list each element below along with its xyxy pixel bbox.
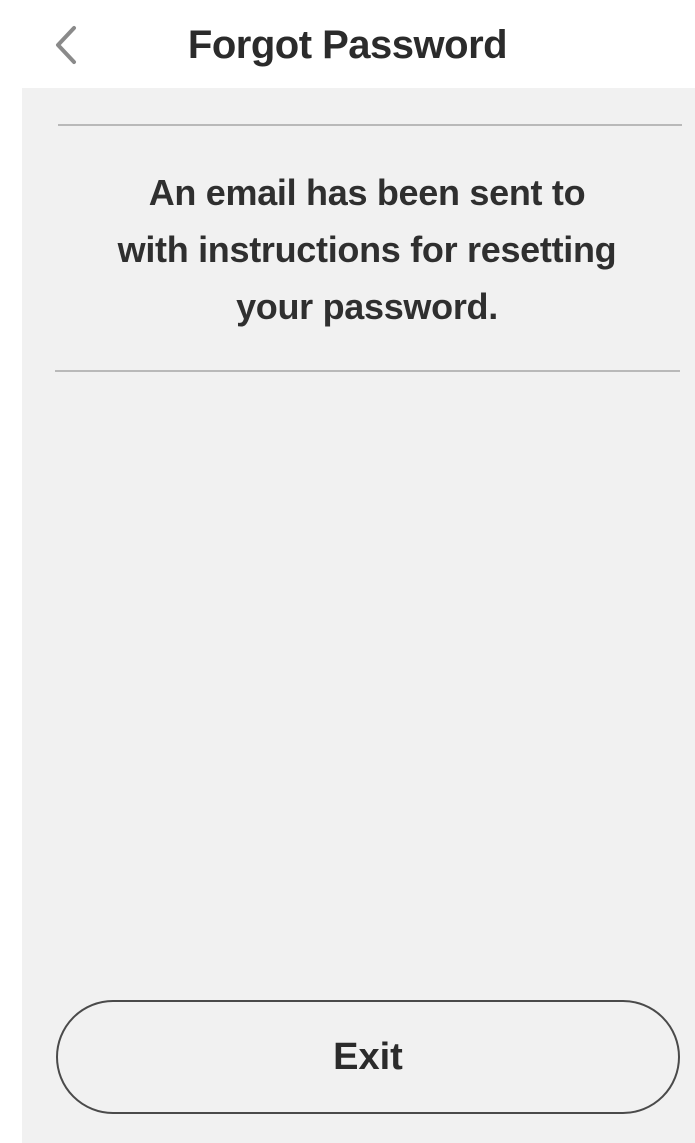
content-panel: An email has been sent to with instructi… bbox=[22, 88, 695, 1143]
message-line-1: An email has been sent to bbox=[148, 172, 586, 213]
bottom-divider bbox=[55, 370, 680, 372]
confirmation-message: An email has been sent to with instructi… bbox=[42, 164, 692, 335]
exit-button[interactable]: Exit bbox=[56, 1000, 680, 1114]
message-line-2: with instructions for resetting bbox=[117, 229, 617, 270]
message-line-3: your password. bbox=[236, 286, 498, 327]
header-bar: Forgot Password bbox=[0, 0, 695, 88]
top-divider bbox=[58, 124, 682, 126]
page-title: Forgot Password bbox=[187, 23, 508, 67]
